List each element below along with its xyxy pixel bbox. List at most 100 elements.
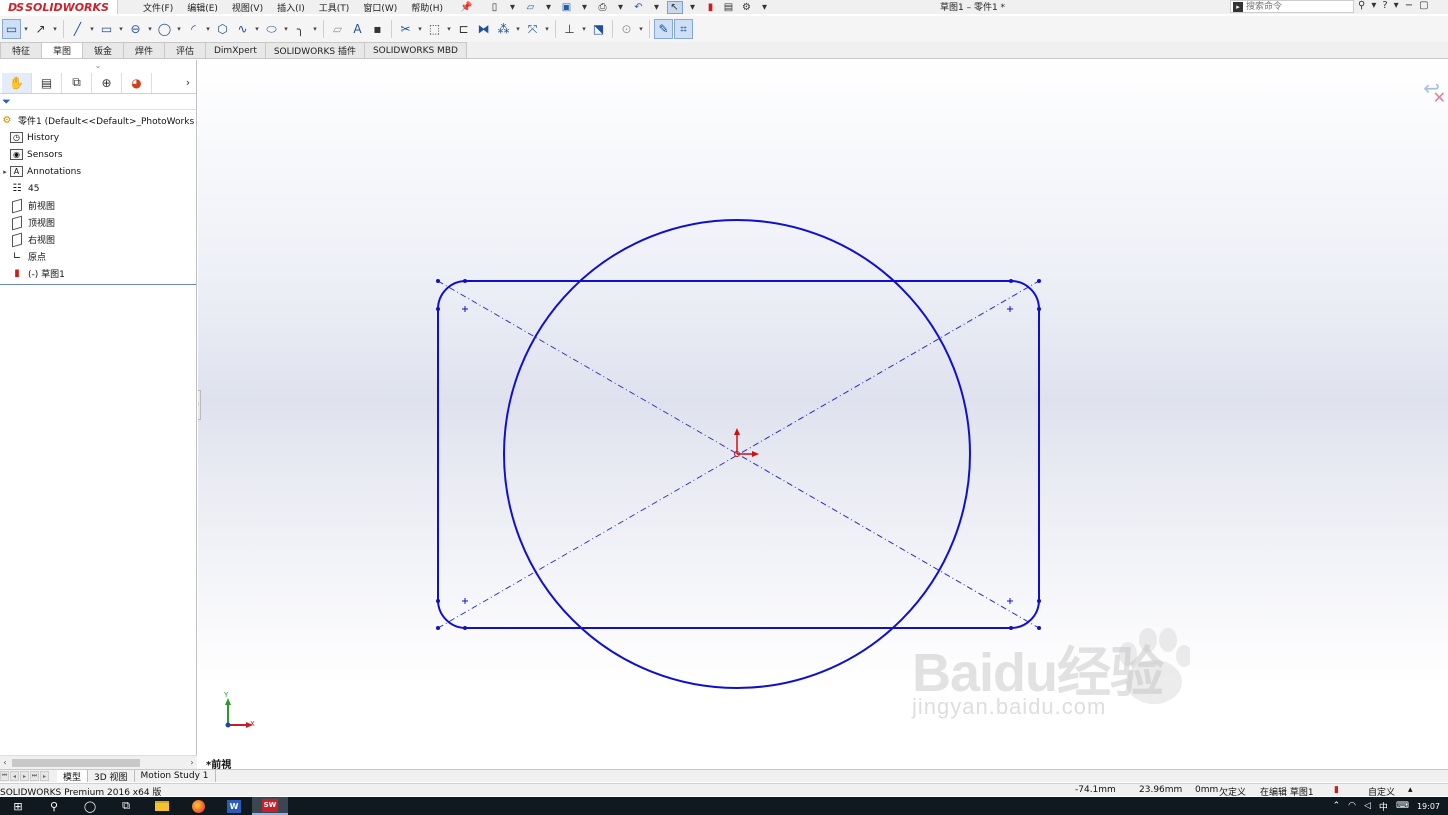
featuremanager-tree-icon[interactable]: ✋ [2, 72, 32, 93]
ellipse-icon[interactable]: ⬭ [262, 19, 281, 39]
network-icon[interactable]: ◠ [1348, 801, 1356, 811]
view-triad[interactable] [225, 698, 253, 728]
solidworks-taskbar-icon[interactable]: SW [252, 797, 288, 815]
move-dropdown-icon[interactable]: ▾ [543, 19, 551, 39]
line-icon[interactable]: ╱ [68, 19, 87, 39]
rapid-sketch-icon[interactable]: ✎ [654, 19, 673, 39]
sketch-point[interactable] [1037, 307, 1041, 311]
scroll-left-icon[interactable]: ‹ [0, 758, 10, 767]
open-dropdown-icon[interactable]: ▾ [541, 1, 557, 14]
dimension-dropdown-icon[interactable]: ▾ [51, 19, 59, 39]
open-icon[interactable]: ▱ [523, 1, 539, 14]
sketch-point[interactable] [463, 626, 467, 630]
minimize-icon[interactable]: − [1405, 0, 1413, 11]
horizontal-scrollbar[interactable]: ‹ › [0, 755, 197, 769]
word-icon[interactable]: W [216, 797, 252, 815]
search-dropdown-icon[interactable]: ▾ [1371, 0, 1376, 11]
tree-item-origin[interactable]: ∟ 原点 [0, 248, 196, 265]
help-icon[interactable]: ? [1382, 0, 1387, 11]
menu-window[interactable]: 窗口(W) [356, 1, 404, 14]
tree-item-right-plane[interactable]: 右视图 [0, 231, 196, 248]
prev-tab-icon[interactable]: ◂ [10, 771, 19, 781]
scroll-thumb[interactable] [12, 758, 140, 767]
repair-sketch-icon[interactable]: ⬔ [589, 19, 608, 39]
tab-model[interactable]: 模型 [57, 770, 89, 783]
last-tab-icon[interactable]: ⏭ [30, 771, 39, 781]
sketch-point[interactable] [1009, 279, 1013, 283]
tab-addins[interactable]: SOLIDWORKS 插件 [264, 42, 365, 58]
file-explorer-icon[interactable] [144, 797, 180, 815]
plane-icon[interactable]: ▱ [328, 19, 347, 39]
tab-sketch[interactable]: 草图 [41, 42, 83, 58]
search-commands[interactable]: ▸ [1230, 0, 1354, 13]
tree-item-annotations[interactable]: ▸ A Annotations [0, 163, 196, 180]
volume-icon[interactable]: ◁ [1364, 801, 1371, 811]
undo-icon[interactable]: ↶ [631, 1, 647, 14]
tab-sheet-metal[interactable]: 钣金 [82, 42, 124, 58]
quick-snaps-icon[interactable]: ⊙ [617, 19, 636, 39]
search-input[interactable] [1246, 1, 1346, 12]
rectangle-icon[interactable]: ▭ [97, 19, 116, 39]
convert-entities-icon[interactable]: ⬚ [425, 19, 444, 39]
new-dropdown-icon[interactable]: ▾ [505, 1, 521, 14]
sketch-point[interactable] [436, 307, 440, 311]
circle-dropdown-icon[interactable]: ▾ [175, 19, 183, 39]
polygon-icon[interactable]: ⬡ [213, 19, 232, 39]
rectangle-dropdown-icon[interactable]: ▾ [117, 19, 125, 39]
instant-2d-icon[interactable]: ⌗ [674, 19, 693, 39]
tray-expand-icon[interactable]: ⌃ [1333, 801, 1341, 811]
new-document-icon[interactable]: ▯ [487, 1, 503, 14]
rebuild-status-icon[interactable]: ▮ [1334, 785, 1339, 795]
menu-help[interactable]: 帮助(H) [404, 1, 450, 14]
taskbar-search-icon[interactable]: ⚲ [36, 797, 72, 815]
tree-item-material[interactable]: ☷ 45 [0, 180, 196, 197]
slot-icon[interactable]: ⊖ [126, 19, 145, 39]
scroll-right-icon[interactable]: › [187, 758, 197, 767]
tab-mbd[interactable]: SOLIDWORKS MBD [363, 42, 467, 58]
snaps-dropdown-icon[interactable]: ▾ [637, 19, 645, 39]
undo-dropdown-icon[interactable]: ▾ [649, 1, 665, 14]
slot-dropdown-icon[interactable]: ▾ [146, 19, 154, 39]
arc-icon[interactable]: ◜ [184, 19, 203, 39]
file-properties-icon[interactable]: ▤ [721, 1, 737, 14]
save-icon[interactable]: ▣ [559, 1, 575, 14]
pattern-dropdown-icon[interactable]: ▾ [514, 19, 522, 39]
select-cursor-icon[interactable]: ↖ [666, 0, 683, 14]
print-dropdown-icon[interactable]: ▾ [613, 1, 629, 14]
fillet-dropdown-icon[interactable]: ▾ [311, 19, 319, 39]
cortana-icon[interactable]: ◯ [72, 797, 108, 815]
start-windows-icon[interactable]: ⊞ [0, 797, 36, 815]
ime-indicator[interactable]: 中 [1379, 800, 1388, 813]
smart-dimension-icon[interactable]: ↗ [31, 19, 50, 39]
sketch-dropdown-icon[interactable]: ▾ [22, 19, 30, 39]
fillet-center-mark[interactable] [462, 306, 468, 312]
ellipse-dropdown-icon[interactable]: ▾ [282, 19, 290, 39]
expand-caret-icon[interactable]: ▸ [0, 168, 10, 176]
property-manager-icon[interactable]: ▤ [32, 72, 62, 93]
menu-tools[interactable]: 工具(T) [312, 1, 357, 14]
tree-root[interactable]: ⚙ 零件1 (Default<<Default>_PhotoWorks [0, 112, 196, 129]
sketch-canvas[interactable] [198, 60, 1448, 769]
search-scope-icon[interactable]: ▸ [1233, 1, 1243, 12]
move-entities-icon[interactable]: ⤧ [523, 19, 542, 39]
next-tab-icon[interactable]: ▸ [20, 771, 29, 781]
filter-icon[interactable]: ⏷ [0, 94, 196, 110]
trim-entities-icon[interactable]: ✂ [396, 19, 415, 39]
sketch-point[interactable] [436, 626, 440, 630]
keyboard-icon[interactable]: ⌨ [1396, 801, 1409, 811]
dimxpert-manager-icon[interactable]: ⊕ [92, 72, 122, 93]
tab-features[interactable]: 特征 [0, 42, 42, 58]
sketch-origin[interactable] [734, 428, 759, 457]
menu-insert[interactable]: 插入(I) [270, 1, 312, 14]
convert-dropdown-icon[interactable]: ▾ [445, 19, 453, 39]
pin-menu-icon[interactable]: 📌 [460, 2, 472, 13]
tree-item-sketch1[interactable]: ▮ (-) 草图1 [0, 265, 196, 282]
units-dropdown-icon[interactable]: ▴ [1408, 785, 1413, 795]
search-icon[interactable]: ⚲ [1358, 0, 1365, 11]
tree-item-top-plane[interactable]: 顶视图 [0, 214, 196, 231]
solidworks-logo[interactable]: DS SOLIDWORKS [0, 0, 118, 14]
tree-item-front-plane[interactable]: 前视图 [0, 197, 196, 214]
sketch-point[interactable] [436, 279, 440, 283]
sketch-point[interactable] [1037, 279, 1041, 283]
spline-icon[interactable]: ∿ [233, 19, 252, 39]
